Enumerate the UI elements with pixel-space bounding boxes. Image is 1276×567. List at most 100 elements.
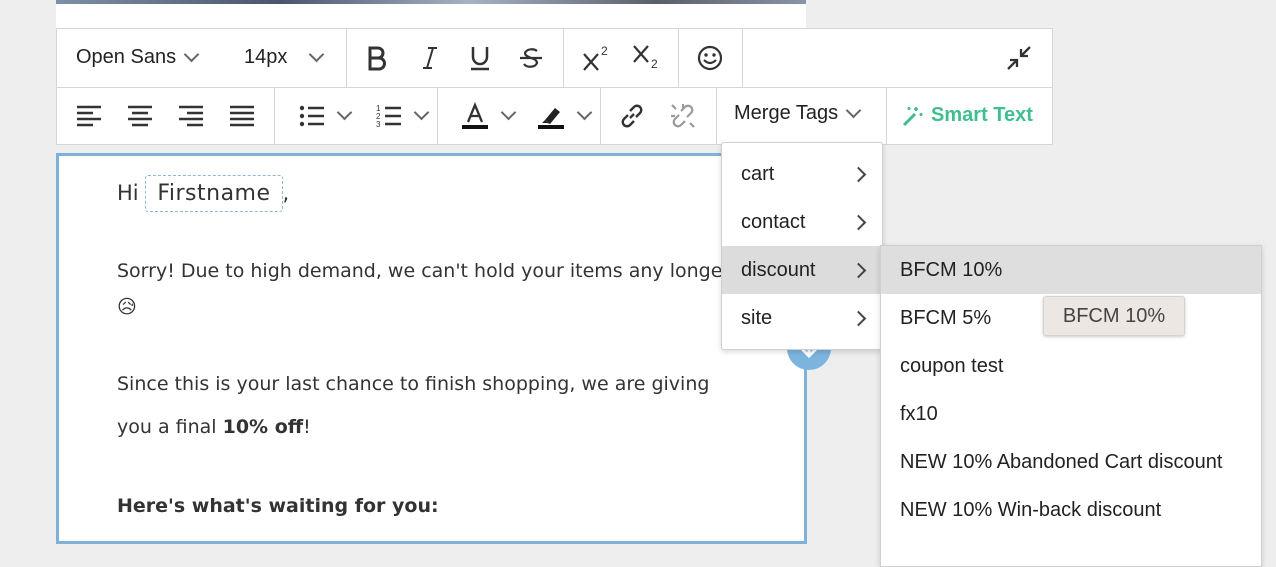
chevron-down-icon bbox=[336, 104, 352, 121]
align-right-button[interactable] bbox=[169, 87, 213, 144]
discount-submenu: BFCM 10% BFCM 5% coupon test fx10 NEW 10… bbox=[880, 245, 1262, 567]
bold-button[interactable] bbox=[356, 29, 400, 87]
content-gap bbox=[56, 4, 806, 28]
bullet-list-button[interactable] bbox=[288, 87, 360, 144]
chevron-down-icon bbox=[413, 104, 429, 121]
chevron-down-icon bbox=[500, 104, 516, 121]
collapse-button[interactable] bbox=[997, 29, 1041, 87]
svg-text:2: 2 bbox=[651, 57, 658, 71]
subscript-button[interactable]: 2 bbox=[625, 29, 669, 87]
strikethrough-icon bbox=[520, 48, 542, 68]
smiley-icon bbox=[697, 45, 723, 71]
chevron-down-icon bbox=[183, 46, 200, 63]
numbered-list-button[interactable]: 123 bbox=[365, 87, 437, 144]
font-size-select[interactable]: 14px bbox=[244, 46, 325, 69]
bold-icon bbox=[368, 46, 386, 71]
merge-tags-label: Merge Tags bbox=[734, 102, 839, 124]
chevron-right-icon bbox=[850, 214, 867, 231]
numbered-list-icon: 123 bbox=[376, 104, 401, 129]
link-group bbox=[600, 87, 717, 144]
highlighter-icon bbox=[537, 107, 564, 129]
menu-item-label: contact bbox=[741, 210, 806, 233]
link-icon bbox=[621, 104, 643, 127]
text-color-icon bbox=[461, 101, 488, 129]
collapse-icon bbox=[1007, 46, 1031, 70]
superscript-button[interactable]: 2 bbox=[575, 29, 619, 87]
discount-item[interactable]: fx10 bbox=[881, 390, 1261, 438]
strikethrough-button[interactable] bbox=[509, 29, 553, 87]
merge-tags-group: Merge Tags bbox=[716, 87, 887, 144]
discount-item[interactable]: coupon test bbox=[881, 342, 1261, 390]
paragraph-1: Sorry! Due to high demand, we can't hold… bbox=[117, 260, 723, 282]
smart-text-label: Smart Text bbox=[931, 104, 1033, 126]
discount-bold-text: 10% off bbox=[222, 416, 304, 438]
chevron-down-icon bbox=[845, 102, 862, 119]
merge-tags-menu: cart contact discount site bbox=[721, 142, 883, 350]
sad-emoji: 😥 bbox=[117, 296, 137, 318]
paragraph-2-suffix: ! bbox=[303, 416, 311, 438]
menu-item-label: discount bbox=[741, 258, 816, 281]
svg-text:3: 3 bbox=[376, 120, 381, 129]
emoji-button[interactable] bbox=[688, 29, 732, 87]
align-center-icon bbox=[128, 105, 152, 126]
italic-icon bbox=[423, 47, 437, 69]
toolbar-row-2: 123 Merge Tags Smart Text bbox=[57, 87, 1052, 144]
toolbar-row-1: Open Sans 14px 2 2 bbox=[57, 29, 1052, 88]
discount-item[interactable]: NEW 10% Win-back discount bbox=[881, 486, 1261, 534]
text-color-button[interactable] bbox=[451, 87, 523, 144]
chevron-down-icon bbox=[309, 46, 325, 63]
unlink-button[interactable] bbox=[661, 87, 705, 144]
font-family-value: Open Sans bbox=[76, 46, 177, 68]
unlink-icon bbox=[671, 103, 695, 128]
align-left-button[interactable] bbox=[67, 87, 111, 144]
chevron-right-icon bbox=[850, 166, 867, 183]
script-group: 2 2 bbox=[563, 29, 679, 87]
font-size-value: 14px bbox=[244, 46, 288, 68]
chevron-down-icon bbox=[576, 104, 592, 121]
paragraph-2-line-2: you a final 10% off! bbox=[117, 416, 311, 438]
highlight-color-button[interactable] bbox=[527, 87, 599, 144]
section-heading: Here's what's waiting for you: bbox=[117, 495, 439, 517]
bullet-list-icon bbox=[299, 105, 324, 126]
justify-button[interactable] bbox=[220, 87, 264, 144]
merge-tags-dropdown[interactable]: Merge Tags bbox=[734, 102, 862, 125]
justify-icon bbox=[230, 105, 254, 126]
greeting-line: Hi Firstname, bbox=[117, 175, 289, 212]
merge-menu-item-cart[interactable]: cart bbox=[722, 150, 882, 198]
align-center-button[interactable] bbox=[118, 87, 162, 144]
merge-menu-item-discount[interactable]: discount bbox=[722, 246, 882, 294]
email-editor-content[interactable]: Hi Firstname, Sorry! Due to high demand,… bbox=[56, 153, 807, 544]
smart-text-button[interactable]: Smart Text bbox=[897, 87, 1037, 144]
align-left-icon bbox=[77, 105, 101, 126]
svg-text:2: 2 bbox=[601, 44, 608, 58]
format-group bbox=[346, 29, 564, 87]
insert-link-button[interactable] bbox=[610, 87, 654, 144]
underline-icon bbox=[471, 47, 489, 71]
greeting-comma: , bbox=[282, 181, 290, 205]
merge-menu-item-site[interactable]: site bbox=[722, 294, 882, 342]
chevron-right-icon bbox=[850, 262, 867, 279]
list-group: 123 bbox=[274, 87, 438, 144]
merge-menu-item-contact[interactable]: contact bbox=[722, 198, 882, 246]
discount-item[interactable]: NEW 10% Abandoned Cart discount bbox=[881, 438, 1261, 486]
chevron-right-icon bbox=[850, 310, 867, 327]
greeting-text: Hi bbox=[117, 181, 139, 205]
emoji-group bbox=[678, 29, 743, 87]
menu-item-label: cart bbox=[741, 162, 775, 185]
item-tooltip: BFCM 10% bbox=[1043, 296, 1185, 336]
paragraph-2-prefix: you a final bbox=[117, 416, 223, 438]
magic-wand-icon bbox=[902, 106, 923, 126]
font-family-select[interactable]: Open Sans bbox=[76, 46, 200, 69]
firstname-merge-tag[interactable]: Firstname bbox=[145, 175, 283, 212]
underline-button[interactable] bbox=[458, 29, 502, 87]
rich-text-toolbar: Open Sans 14px 2 2 1 2 3 Merge Tags Smar… bbox=[56, 28, 1053, 145]
subscript-icon: 2 bbox=[633, 45, 658, 71]
align-right-icon bbox=[179, 105, 203, 126]
discount-item[interactable]: BFCM 10% bbox=[881, 246, 1261, 294]
menu-item-label: site bbox=[741, 306, 773, 329]
italic-button[interactable] bbox=[408, 29, 452, 87]
paragraph-2-line-1: Since this is your last chance to finish… bbox=[117, 373, 710, 395]
align-group bbox=[57, 87, 275, 144]
font-group: Open Sans 14px bbox=[57, 29, 347, 87]
superscript-icon: 2 bbox=[583, 44, 608, 71]
